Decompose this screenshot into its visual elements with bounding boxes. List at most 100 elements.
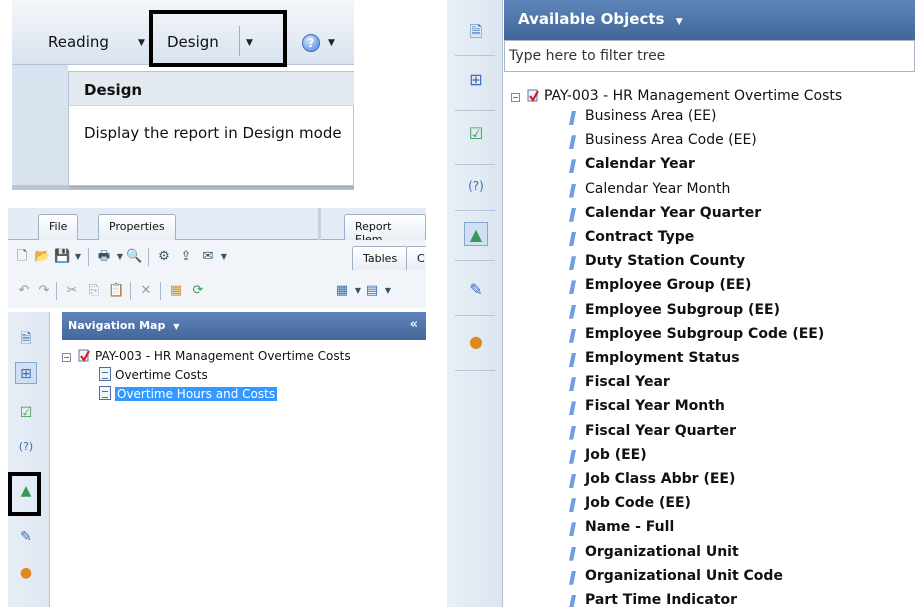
- dimension-icon: [569, 280, 576, 295]
- header-dropdown-icon[interactable]: ▼: [173, 322, 179, 331]
- dimension-icon: [569, 474, 576, 488]
- table-layout-dropdown-icon[interactable]: ▼: [380, 283, 396, 299]
- object-item[interactable]: Job Class Abbr (EE): [569, 471, 736, 488]
- object-item-label: Calendar Year Month: [585, 180, 731, 197]
- objects-tree-root[interactable]: − PAY-003 - HR Management Overtime Costs: [511, 88, 842, 104]
- dimension-icon: [569, 377, 576, 392]
- navigation-map-icon[interactable]: ⊞: [464, 68, 488, 92]
- help-dropdown-icon[interactable]: ▼: [328, 38, 335, 48]
- object-item[interactable]: Fiscal Year Month: [569, 398, 725, 416]
- dimension-icon: [569, 595, 576, 607]
- web-services-icon[interactable]: ●: [15, 562, 37, 584]
- available-objects-icon[interactable]: ▲: [15, 480, 37, 502]
- tab-tables[interactable]: Tables: [352, 246, 409, 270]
- object-item-label: Contract Type: [585, 229, 695, 245]
- open-folder-icon[interactable]: 📂: [34, 249, 50, 265]
- document-structure-icon[interactable]: ✎: [15, 526, 37, 548]
- save-dropdown-icon[interactable]: ▼: [70, 249, 86, 265]
- collapse-panel-icon[interactable]: «: [410, 317, 418, 332]
- object-item-label: Fiscal Year Month: [585, 398, 725, 415]
- object-item[interactable]: Employee Subgroup (EE): [569, 301, 780, 319]
- tab-properties[interactable]: Properties: [98, 214, 176, 240]
- delete-icon[interactable]: ✕: [138, 283, 154, 299]
- export-icon[interactable]: ⇪: [178, 249, 194, 265]
- object-item[interactable]: Duty Station County: [569, 253, 745, 271]
- header-dropdown-icon[interactable]: ▼: [676, 17, 683, 27]
- redo-icon[interactable]: ↷: [36, 283, 52, 299]
- dimension-icon: [569, 256, 576, 271]
- track-changes-icon[interactable]: ⚙: [156, 249, 172, 265]
- edit-query-icon[interactable]: ▦: [168, 283, 184, 299]
- email-dropdown-icon[interactable]: ▼: [216, 249, 232, 265]
- dimension-icon: [569, 401, 576, 416]
- find-icon[interactable]: 🔍: [126, 249, 142, 265]
- object-item[interactable]: Business Area Code (EE): [569, 132, 757, 150]
- design-dropdown-icon[interactable]: ▼: [246, 38, 253, 48]
- object-item-label: Employee Subgroup (EE): [585, 301, 780, 318]
- left-side-toolbar: 🗎 ⊞ ☑ (?) ▲ ✎ ●: [8, 312, 50, 607]
- table-layout-icon[interactable]: ▤: [364, 283, 380, 299]
- collapse-node-icon[interactable]: −: [511, 93, 520, 102]
- design-button[interactable]: Design: [167, 33, 219, 51]
- dimension-icon: [569, 304, 576, 319]
- tab-file[interactable]: File: [38, 214, 79, 240]
- collapse-node-icon[interactable]: −: [62, 353, 71, 362]
- dimension-icon: [569, 328, 576, 343]
- web-services-icon[interactable]: ●: [464, 330, 488, 354]
- object-item[interactable]: Fiscal Year Quarter: [569, 423, 736, 440]
- object-item[interactable]: Part Time Indicator: [569, 592, 738, 607]
- tab-report-elements[interactable]: Report Elem: [344, 214, 426, 246]
- undo-icon[interactable]: ↶: [16, 283, 32, 299]
- help-icon[interactable]: ?: [302, 34, 320, 52]
- document-summary-icon[interactable]: 🗎: [15, 328, 37, 350]
- object-item[interactable]: Job Code (EE): [569, 495, 691, 513]
- input-controls-icon[interactable]: ☑: [15, 402, 37, 424]
- variables-icon[interactable]: (?): [464, 174, 488, 198]
- object-item[interactable]: Employment Status: [569, 350, 740, 367]
- side-divider: [455, 55, 495, 56]
- object-item[interactable]: Organizational Unit Code: [569, 568, 783, 585]
- tree-item-overtime-costs[interactable]: Overtime Costs: [99, 367, 208, 382]
- available-objects-title: Available Objects: [518, 10, 665, 28]
- available-objects-icon[interactable]: ▲: [464, 222, 488, 246]
- document-summary-icon[interactable]: 🗎: [464, 20, 488, 44]
- print-icon[interactable]: 🖶: [96, 249, 112, 265]
- email-icon[interactable]: ✉: [200, 249, 216, 265]
- variables-icon[interactable]: (?): [15, 436, 37, 458]
- table-insert-icon[interactable]: ▦: [334, 283, 350, 299]
- object-item[interactable]: Fiscal Year: [569, 374, 670, 392]
- object-item[interactable]: Employee Subgroup Code (EE): [569, 326, 824, 343]
- tab-cells[interactable]: C: [406, 246, 426, 270]
- object-item[interactable]: Organizational Unit: [569, 544, 739, 561]
- right-side-toolbar: 🗎 ⊞ ☑ (?) ▲ ✎ ●: [447, 0, 503, 607]
- new-document-icon[interactable]: 🗋: [14, 249, 30, 265]
- object-item[interactable]: Calendar Year: [569, 156, 695, 174]
- tree-root-label: PAY-003 - HR Management Overtime Costs: [95, 349, 351, 363]
- save-icon[interactable]: 💾: [54, 249, 70, 265]
- object-item[interactable]: Contract Type: [569, 229, 695, 246]
- object-item-label: Calendar Year Quarter: [585, 204, 762, 221]
- object-item-label: Part Time Indicator: [585, 592, 738, 607]
- refresh-icon[interactable]: ⟳: [190, 283, 206, 299]
- object-item[interactable]: Job (EE): [569, 447, 647, 464]
- tree-root[interactable]: − PAY-003 - HR Management Overtime Costs: [62, 348, 351, 363]
- paste-icon[interactable]: 📋: [108, 283, 124, 299]
- object-item[interactable]: Business Area (EE): [569, 108, 716, 125]
- object-item[interactable]: Calendar Year Quarter: [569, 204, 762, 222]
- filter-tree-input[interactable]: Type here to filter tree: [504, 40, 915, 72]
- reading-button[interactable]: Reading: [48, 33, 109, 51]
- object-item-label: Calendar Year: [585, 156, 695, 173]
- copy-icon[interactable]: ⎘: [86, 283, 102, 299]
- cut-icon[interactable]: ✂: [64, 283, 80, 299]
- object-item[interactable]: Name - Full: [569, 519, 674, 537]
- tree-item-overtime-hours-and-costs[interactable]: Overtime Hours and Costs: [99, 386, 278, 401]
- reading-dropdown-icon[interactable]: ▼: [138, 38, 145, 48]
- object-item[interactable]: Calendar Year Month: [569, 180, 731, 198]
- document-structure-icon[interactable]: ✎: [464, 278, 488, 302]
- object-item-label: Job Class Abbr (EE): [585, 471, 736, 487]
- side-divider: [455, 210, 495, 211]
- side-divider: [455, 110, 495, 111]
- object-item[interactable]: Employee Group (EE): [569, 277, 751, 295]
- input-controls-icon[interactable]: ☑: [464, 122, 488, 146]
- navigation-map-icon[interactable]: ⊞: [15, 362, 37, 384]
